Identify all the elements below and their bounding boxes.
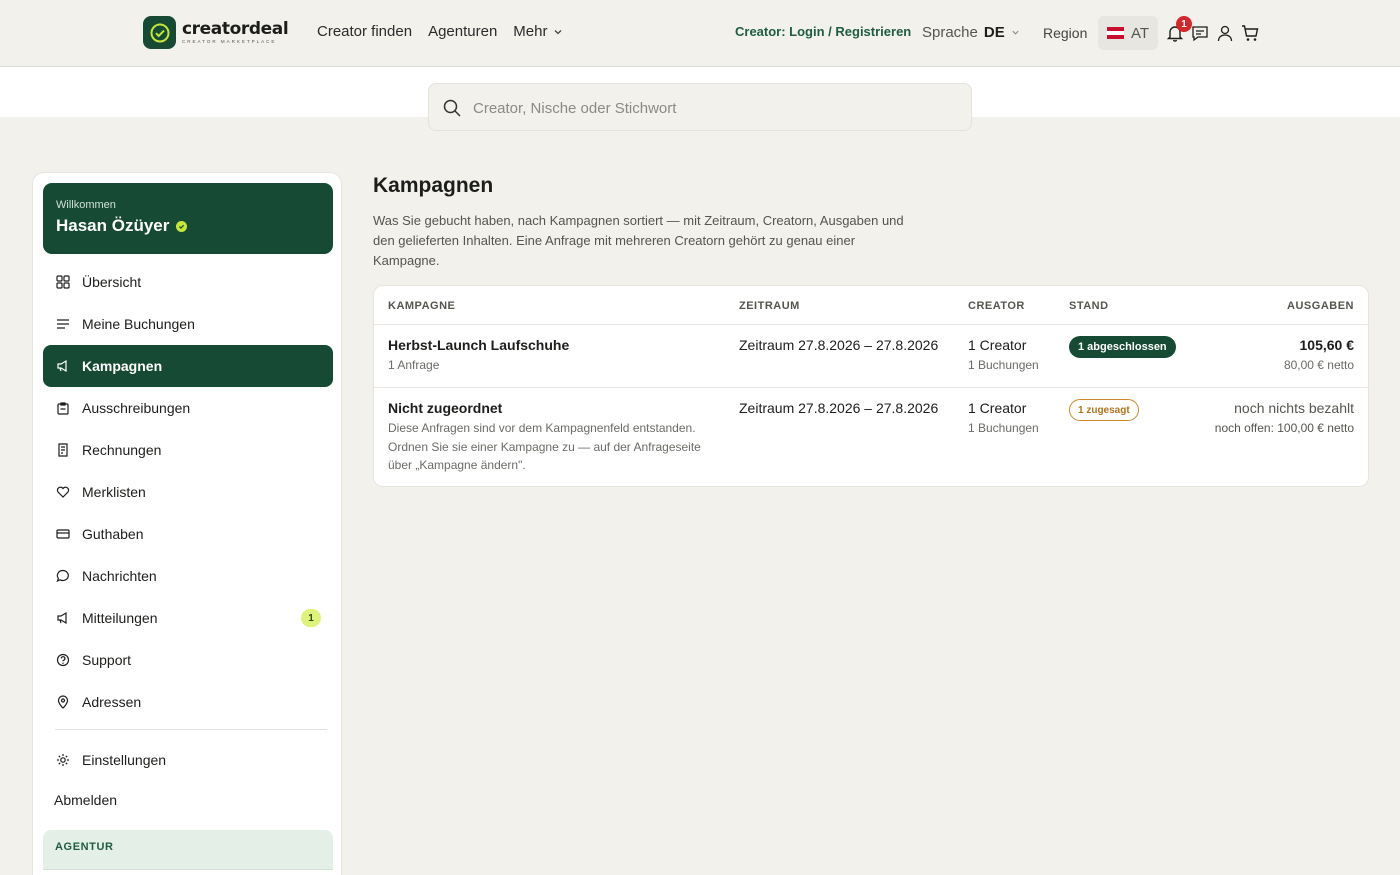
nav-agenturen[interactable]: Agenturen <box>428 23 497 40</box>
unassigned-hint: Diese Anfragen sind vor dem Kampagnenfel… <box>388 421 701 472</box>
status-badge-zugesagt: 1 zugesagt <box>1069 399 1139 421</box>
search-input[interactable] <box>473 96 953 120</box>
user-name: Hasan Özüyer <box>56 216 188 236</box>
user-name-text: Hasan Özüyer <box>56 216 170 235</box>
language-selector[interactable]: Sprache DE <box>922 24 1020 41</box>
megaphone-icon <box>55 611 70 626</box>
status-badge-abgeschlossen: 1 abgeschlossen <box>1069 336 1176 358</box>
region-value: AT <box>1130 24 1150 42</box>
card-icon <box>55 527 70 542</box>
help-icon <box>55 653 70 668</box>
megaphone-icon <box>55 359 70 374</box>
sidebar-item-label: Rechnungen <box>82 442 162 458</box>
sidebar-item-label: Einstellungen <box>82 752 167 768</box>
sidebar-item-label: Support <box>82 652 132 668</box>
campaigns-table: KAMPAGNE ZEITRAUM CREATOR STAND AUSGABEN… <box>373 285 1369 487</box>
column-header-zeitraum: ZEITRAUM <box>739 300 800 312</box>
account-sidebar: Willkommen Hasan Özüyer Übersicht Meine … <box>32 172 342 875</box>
sidebar-item-label: Guthaben <box>82 526 144 542</box>
welcome-card: Willkommen Hasan Özüyer <box>43 183 333 254</box>
sidebar-item-uebersicht[interactable]: Übersicht <box>43 261 333 303</box>
top-navigation-bar: creatordeal CREATOR MARKETPLACE Creator … <box>0 0 1400 67</box>
page-title: Kampagnen <box>373 174 494 197</box>
sidebar-item-label: Meine Buchungen <box>82 316 195 332</box>
column-header-stand: STAND <box>1069 300 1109 312</box>
logo-subline: CREATOR MARKETPLACE <box>182 39 277 44</box>
campaign-name-link[interactable]: Nicht zugeordnet <box>388 400 502 416</box>
campaign-creator-count: 1 Creator <box>968 400 1027 416</box>
column-header-ausgaben: AUSGABEN <box>1287 300 1354 312</box>
campaign-period: Zeitraum 27.8.2026 – 27.8.2026 <box>739 400 939 416</box>
campaign-period: Zeitraum 27.8.2026 – 27.8.2026 <box>739 337 939 353</box>
cart-icon[interactable] <box>1240 23 1260 43</box>
logo-wordmark: creatordeal <box>182 19 289 39</box>
receipt-icon <box>55 443 70 458</box>
welcome-label: Willkommen <box>56 199 116 211</box>
region-label: Region <box>1043 25 1088 41</box>
sidebar-item-merklisten[interactable]: Merklisten <box>43 471 333 513</box>
creatordeal-logo[interactable]: creatordeal CREATOR MARKETPLACE <box>143 16 289 49</box>
pin-icon <box>55 695 70 710</box>
sidebar-item-adressen[interactable]: Adressen <box>43 681 333 723</box>
sidebar-item-ausschreibungen[interactable]: Ausschreibungen <box>43 387 333 429</box>
messages-icon[interactable] <box>1190 23 1210 43</box>
nav-mehr[interactable]: Mehr <box>513 23 563 40</box>
campaign-booking-count: 1 Buchungen <box>968 421 1039 435</box>
austria-flag-icon <box>1106 27 1124 39</box>
campaign-amount-net: 80,00 € netto <box>1283 358 1354 372</box>
campaign-request-count: 1 Anfrage <box>388 358 440 372</box>
campaign-amount: noch nichts bezahlt <box>1234 400 1354 416</box>
clipboard-icon <box>55 401 70 416</box>
logo-check-icon <box>143 16 176 49</box>
gear-icon <box>55 753 70 768</box>
verified-badge-icon <box>176 220 188 232</box>
sidebar-item-label: Übersicht <box>82 274 142 290</box>
grid-icon <box>55 275 70 290</box>
user-icon[interactable] <box>1215 23 1235 43</box>
language-label: Sprache <box>922 24 978 41</box>
sidebar-item-label: Mitteilungen <box>82 610 158 626</box>
logout-link[interactable]: Abmelden <box>54 792 117 808</box>
campaign-name-link[interactable]: Herbst-Launch Laufschuhe <box>388 337 569 353</box>
main-nav: Creator finden Agenturen Mehr <box>317 23 563 40</box>
column-header-creator: CREATOR <box>968 300 1025 312</box>
region-selector[interactable]: AT <box>1098 16 1158 50</box>
sidebar-item-einstellungen[interactable]: Einstellungen <box>43 739 333 781</box>
campaign-booking-count: 1 Buchungen <box>968 358 1039 372</box>
sidebar-item-support[interactable]: Support <box>43 639 333 681</box>
sidebar-item-label: Ausschreibungen <box>82 400 191 416</box>
agentur-section-title: AGENTUR <box>55 841 114 853</box>
agentur-section-header: AGENTUR <box>43 830 333 870</box>
sidebar-item-label: Merklisten <box>82 484 146 500</box>
table-row-divider <box>374 387 1368 388</box>
nav-mehr-label: Mehr <box>513 23 548 40</box>
nav-creator-finden[interactable]: Creator finden <box>317 23 412 40</box>
sidebar-divider <box>55 729 327 730</box>
list-icon <box>55 317 70 332</box>
campaign-amount: 105,60 € <box>1299 337 1355 353</box>
chevron-down-icon <box>1012 30 1019 35</box>
creator-login-link[interactable]: Creator: Login / Registrieren <box>735 24 911 39</box>
sidebar-item-label: Kampagnen <box>82 358 163 374</box>
sidebar-item-label: Nachrichten <box>82 568 157 584</box>
mitteilungen-count-badge: 1 <box>301 609 321 627</box>
sidebar-item-guthaben[interactable]: Guthaben <box>43 513 333 555</box>
heart-icon <box>55 485 70 500</box>
chevron-down-icon <box>555 29 562 34</box>
campaign-creator-count: 1 Creator <box>968 337 1027 353</box>
sidebar-item-mitteilungen[interactable]: Mitteilungen 1 <box>43 597 333 639</box>
campaign-amount-open: noch offen: 100,00 € netto <box>1214 421 1354 435</box>
sidebar-item-rechnungen[interactable]: Rechnungen <box>43 429 333 471</box>
chat-icon <box>55 569 70 584</box>
sidebar-item-label: Adressen <box>82 694 142 710</box>
search-bar <box>428 83 972 131</box>
language-value: DE <box>983 24 1005 41</box>
sidebar-item-nachrichten[interactable]: Nachrichten <box>43 555 333 597</box>
sidebar-item-meine-buchungen[interactable]: Meine Buchungen <box>43 303 333 345</box>
page-description: Was Sie gebucht haben, nach Kampagnen so… <box>373 213 904 268</box>
sidebar-item-kampagnen[interactable]: Kampagnen <box>43 345 333 387</box>
column-header-kampagne: KAMPAGNE <box>388 300 456 312</box>
table-header-divider <box>374 324 1368 325</box>
search-icon <box>443 99 461 117</box>
